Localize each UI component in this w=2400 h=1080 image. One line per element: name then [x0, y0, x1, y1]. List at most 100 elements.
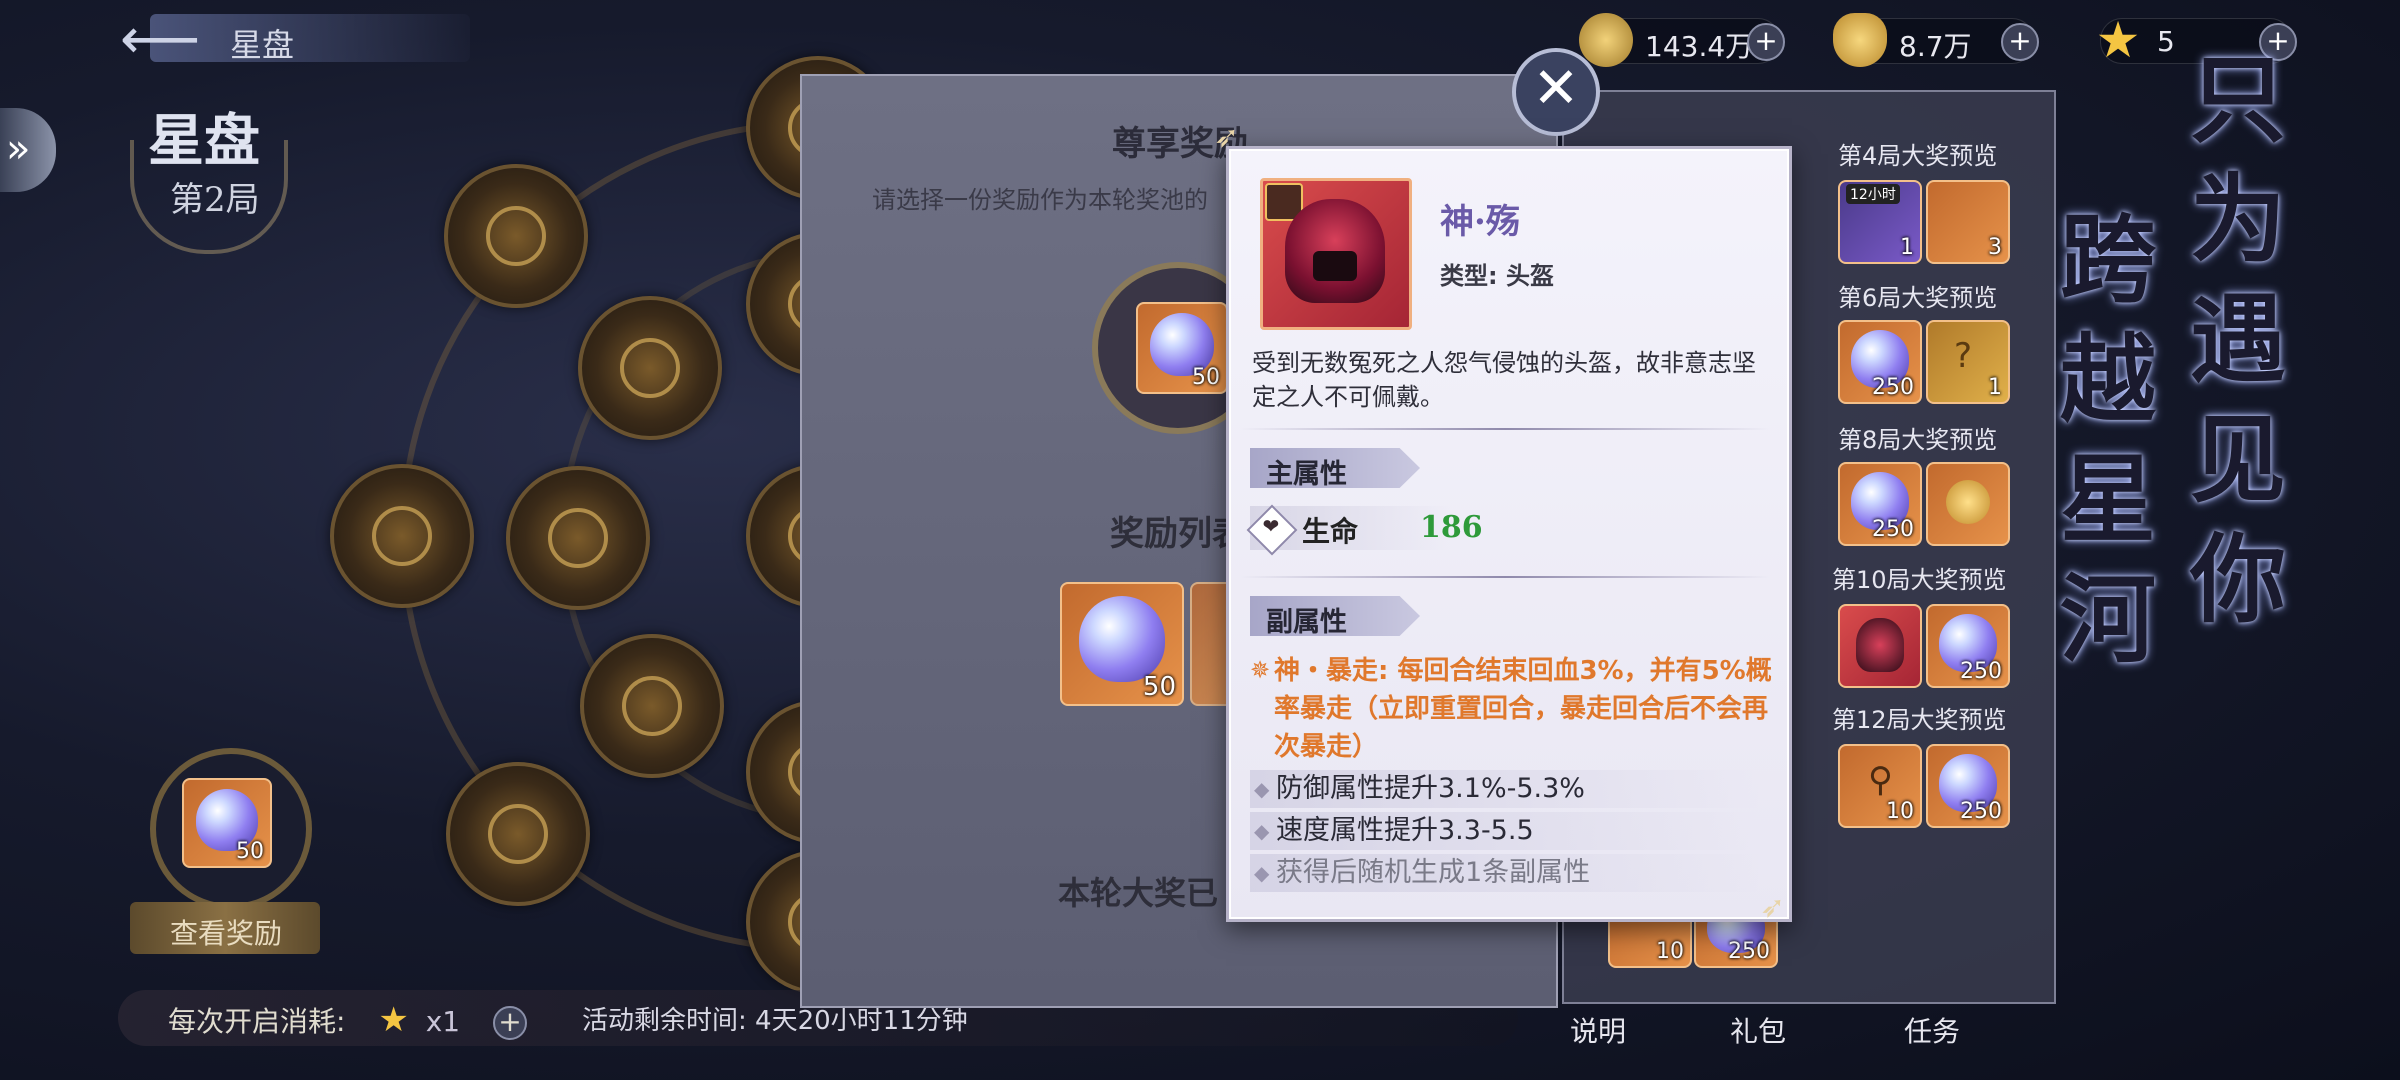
preview-title: 第6局大奖预览 — [1838, 284, 1998, 312]
selected-reward-item: 50 — [1136, 302, 1228, 394]
back-title: 星盘 — [230, 26, 295, 64]
preview-title: 第4局大奖预览 — [1838, 142, 1998, 170]
decor-arrow-icon: ➶ — [1214, 120, 1240, 155]
top-bar: 星盘 ⟵ 143.4万 + 8.7万 + ★ 5 + — [0, 0, 2400, 80]
crystal-gem-icon — [1078, 596, 1166, 683]
nav-gift-pack[interactable]: 礼包 — [1730, 1010, 1786, 1050]
double-chevron-icon: » — [6, 126, 31, 172]
calligraphy-right: 只为遇见你 — [2190, 43, 2286, 636]
cost-text: 每次开启消耗: — [168, 1005, 346, 1038]
back-arrow-icon[interactable]: ⟵ — [120, 12, 210, 68]
add-ingot-button[interactable]: + — [2001, 23, 2039, 61]
golden-ornament-icon — [1946, 480, 1990, 524]
nav-tasks[interactable]: 任务 — [1904, 1010, 1960, 1050]
preview-count: 10 — [1886, 799, 1914, 824]
sub-attr-text: 速度属性提升3.3-5.5 — [1276, 815, 1534, 846]
preview-count: 1 — [1988, 375, 2002, 400]
sub-attr-text: 获得后随机生成1条副属性 — [1276, 857, 1591, 888]
divider — [1240, 576, 1770, 578]
preview-item[interactable] — [1926, 462, 2010, 546]
preview-item[interactable]: 250 — [1838, 462, 1922, 546]
current-reward-orb[interactable]: 50 — [150, 748, 312, 910]
item-icon — [1260, 178, 1412, 330]
preview-item[interactable]: 250 — [1838, 320, 1922, 404]
panel-subtitle: 请选择一份奖励作为本轮奖池的 — [872, 186, 1208, 214]
close-icon[interactable]: ✕ — [1512, 48, 1600, 136]
sub-attr-row: ◆ 防御属性提升3.1%-5.3% — [1250, 770, 1760, 808]
star-node[interactable] — [446, 762, 590, 906]
preview-item[interactable]: 3 — [1926, 180, 2010, 264]
preview-title: 第10局大奖预览 — [1832, 566, 2007, 594]
preview-count: 3 — [1988, 235, 2002, 260]
preview-item[interactable] — [1838, 604, 1922, 688]
preview-count: 250 — [1872, 375, 1914, 400]
star-node[interactable] — [330, 464, 474, 608]
star-icon: ★ — [378, 1000, 409, 1040]
selected-reward-count: 50 — [1192, 365, 1220, 390]
demon-helmet-icon — [1856, 618, 1904, 672]
sub-attr-row: ◆ 获得后随机生成1条副属性 — [1250, 854, 1760, 892]
view-rewards-button[interactable]: 查看奖励 — [130, 902, 320, 954]
sub-attr-title: 副属性 — [1266, 607, 1347, 638]
preview-count: 250 — [1872, 517, 1914, 542]
bullet-icon: ◆ — [1254, 861, 1270, 885]
cost-label: 每次开启消耗: ★ x1 + — [168, 1000, 528, 1040]
preview-item[interactable]: ⚲ 10 — [1838, 744, 1922, 828]
skill-icon: ✵ — [1250, 656, 1271, 684]
star-node[interactable] — [580, 634, 724, 778]
preview-count: 10 — [1656, 939, 1684, 964]
main-attr-value: 186 — [1420, 510, 1483, 545]
bullet-icon: ◆ — [1254, 777, 1270, 801]
question-mark-icon: ? — [1954, 336, 1973, 376]
duration-tag: 12小时 — [1846, 184, 1900, 204]
nav-info[interactable]: 说明 — [1570, 1010, 1626, 1050]
item-description: 受到无数冤死之人怨气侵蚀的头盔，故非意志坚定之人不可佩戴。 — [1252, 349, 1756, 411]
reward-item: 50 — [182, 778, 272, 868]
preview-count: 1 — [1900, 235, 1914, 260]
preview-count: 250 — [1960, 659, 2002, 684]
main-attr-name: 生命 — [1302, 515, 1359, 548]
reward-list-count: 50 — [1142, 672, 1176, 702]
star-node[interactable] — [578, 296, 722, 440]
star-node[interactable] — [506, 466, 650, 610]
decor-arrow-icon: ➶ — [1760, 890, 1786, 925]
bullet-icon: ◆ — [1254, 819, 1270, 843]
sub-attr-text: 防御属性提升3.1%-5.3% — [1276, 773, 1585, 804]
item-name: 神·殇 — [1440, 202, 1520, 242]
preview-title: 第12局大奖预览 — [1832, 706, 2007, 734]
coin-resource: 143.4万 + — [1579, 13, 1785, 67]
preview-item[interactable]: 250 — [1926, 604, 2010, 688]
preview-item[interactable]: 250 — [1926, 744, 2010, 828]
round-label: 第2局 — [170, 180, 260, 220]
heart-icon — [1246, 504, 1298, 556]
panel-bottom-text: 本轮大奖已 — [1058, 874, 1219, 912]
sub-attr-header: 副属性 — [1250, 596, 1420, 636]
side-expand-tab[interactable]: » — [0, 108, 56, 192]
preview-count: 250 — [1728, 939, 1770, 964]
ingot-resource: 8.7万 + — [1833, 13, 2039, 67]
divider — [1240, 428, 1770, 430]
star-icon: ★ — [2095, 11, 2141, 69]
preview-title: 第8局大奖预览 — [1838, 426, 1998, 454]
lantern-icon: ⚲ — [1868, 760, 1893, 800]
item-type: 类型: 头盔 — [1440, 262, 1554, 290]
calligraphy-left: 跨越星河 — [2060, 203, 2156, 676]
demon-helmet-icon — [1285, 199, 1385, 303]
preview-count: 250 — [1960, 799, 2002, 824]
coin-value: 143.4万 — [1645, 30, 1754, 63]
gold-ingot-icon — [1833, 13, 1887, 67]
main-attr-header: 主属性 — [1250, 448, 1420, 488]
add-coin-button[interactable]: + — [1747, 23, 1785, 61]
star-node[interactable] — [444, 164, 588, 308]
view-rewards-label: 查看奖励 — [170, 917, 283, 950]
reward-count: 50 — [236, 839, 264, 864]
cost-amount: x1 — [425, 1005, 461, 1038]
star-value: 5 — [2157, 25, 2175, 58]
sub-attr-row: ◆ 速度属性提升3.3-5.5 — [1250, 812, 1760, 850]
preview-item[interactable]: ? 1 — [1926, 320, 2010, 404]
ingot-value: 8.7万 — [1899, 30, 1972, 63]
add-cost-button[interactable]: + — [493, 1006, 528, 1040]
skill-text: 神・暴走: 每回合结束回血3%，并有5%概率暴走（立即重置回合，暴走回合后不会再… — [1274, 656, 1772, 762]
preview-item[interactable]: 12小时 1 — [1838, 180, 1922, 264]
reward-list-item[interactable]: 50 — [1060, 582, 1184, 706]
